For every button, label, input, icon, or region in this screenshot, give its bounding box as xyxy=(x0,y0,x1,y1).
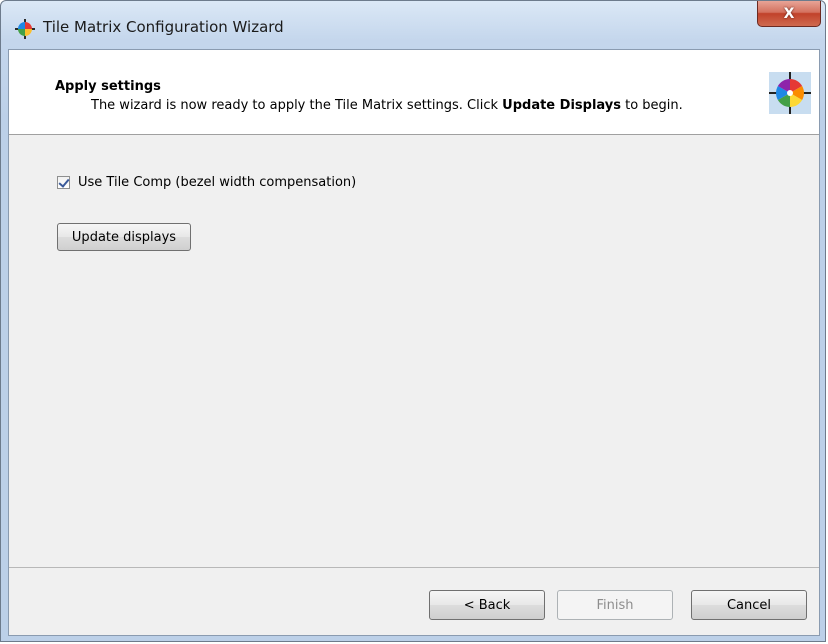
tile-comp-checkbox[interactable] xyxy=(57,176,70,189)
update-displays-button[interactable]: Update displays xyxy=(57,223,191,251)
close-icon: X xyxy=(783,5,795,22)
page-title: Apply settings xyxy=(55,79,161,94)
wizard-header: Apply settings The wizard is now ready t… xyxy=(9,50,819,135)
wizard-client-area: Apply settings The wizard is now ready t… xyxy=(8,49,820,636)
page-description: The wizard is now ready to apply the Til… xyxy=(91,97,751,115)
wizard-window: Tile Matrix Configuration Wizard X Apply… xyxy=(0,0,826,642)
title-bar[interactable]: Tile Matrix Configuration Wizard X xyxy=(1,1,827,49)
tile-comp-label: Use Tile Comp (bezel width compensation) xyxy=(78,175,357,190)
cancel-button[interactable]: Cancel xyxy=(691,590,807,620)
description-text-end: to begin. xyxy=(620,98,683,113)
back-button[interactable]: < Back xyxy=(429,590,545,620)
footer-divider xyxy=(9,567,819,568)
finish-button[interactable]: Finish xyxy=(557,590,673,620)
tile-comp-option[interactable]: Use Tile Comp (bezel width compensation) xyxy=(57,175,356,190)
description-emphasis: Update Displays xyxy=(502,98,621,113)
window-title: Tile Matrix Configuration Wizard xyxy=(43,18,284,36)
color-wheel-crosshair-icon xyxy=(769,72,811,114)
color-wheel-icon xyxy=(15,19,35,39)
close-button[interactable]: X xyxy=(757,1,821,27)
description-text: The wizard is now ready to apply the Til… xyxy=(91,98,503,113)
